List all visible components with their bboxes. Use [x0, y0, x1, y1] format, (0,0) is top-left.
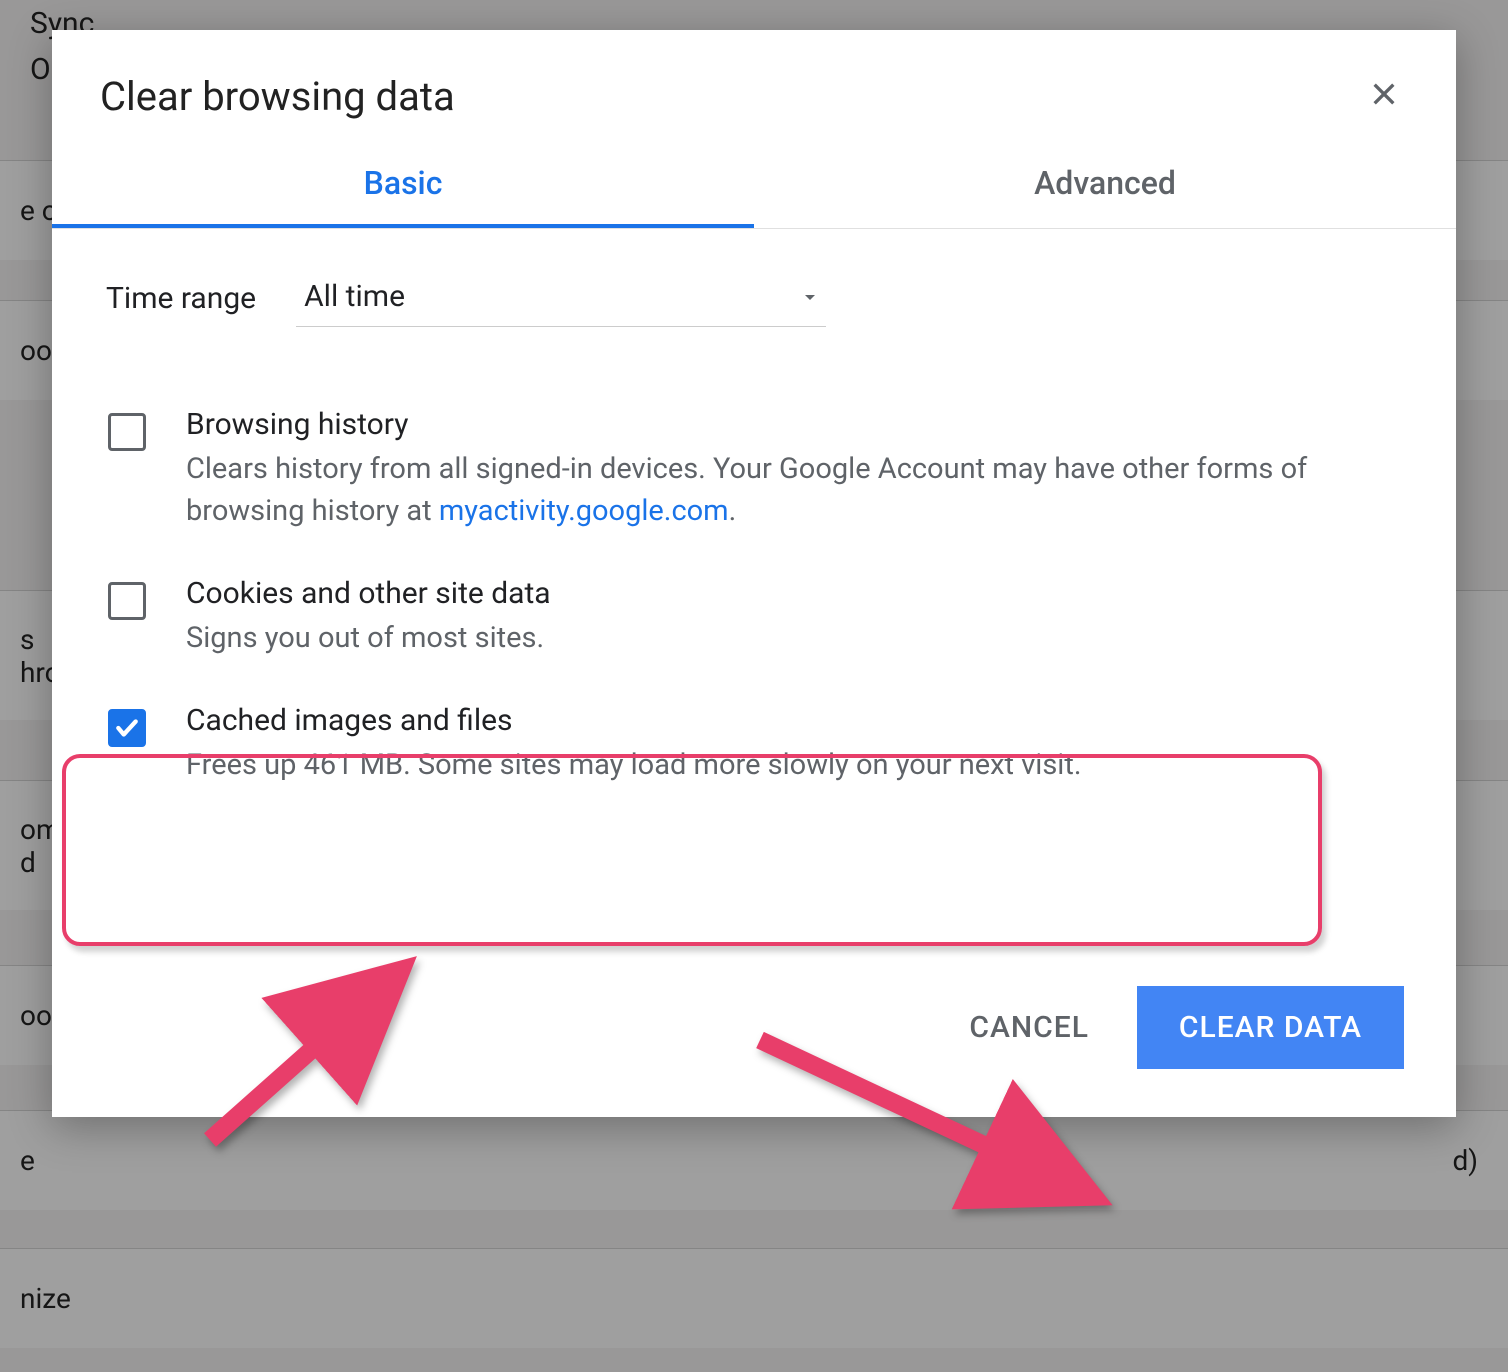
- tab-advanced[interactable]: Advanced: [754, 142, 1456, 228]
- chevron-down-icon: [798, 285, 822, 309]
- option-cookies: Cookies and other site data Signs you ou…: [102, 576, 1406, 659]
- option-cached: Cached images and files Frees up 461 MB.…: [102, 703, 1406, 786]
- option-text: Cached images and files Frees up 461 MB.…: [186, 703, 1400, 786]
- option-text: Browsing history Clears history from all…: [186, 407, 1400, 532]
- close-icon: [1368, 78, 1400, 110]
- option-title: Cached images and files: [186, 703, 1400, 738]
- clear-data-button[interactable]: CLEAR DATA: [1137, 986, 1404, 1069]
- option-desc: Clears history from all signed-in device…: [186, 448, 1400, 532]
- dialog-header: Clear browsing data: [52, 30, 1456, 142]
- checkmark-icon: [114, 715, 140, 741]
- tabs: Basic Advanced: [52, 142, 1456, 229]
- checkbox-browsing-history[interactable]: [108, 413, 146, 451]
- tab-basic[interactable]: Basic: [52, 142, 754, 228]
- checkbox-cached[interactable]: [108, 709, 146, 747]
- time-range-label: Time range: [106, 281, 256, 316]
- option-title: Browsing history: [186, 407, 1400, 442]
- dialog-content: Time range All time Browsing history Cle…: [52, 229, 1456, 826]
- time-range-select[interactable]: All time: [296, 269, 826, 327]
- close-button[interactable]: [1360, 70, 1408, 122]
- checkbox-cookies[interactable]: [108, 582, 146, 620]
- cancel-button[interactable]: CANCEL: [969, 1010, 1089, 1045]
- option-browsing-history: Browsing history Clears history from all…: [102, 407, 1406, 532]
- myactivity-link[interactable]: myactivity.google.com: [439, 494, 729, 528]
- time-range-value: All time: [304, 279, 405, 314]
- option-text: Cookies and other site data Signs you ou…: [186, 576, 1400, 659]
- option-title: Cookies and other site data: [186, 576, 1400, 611]
- clear-browsing-data-dialog: Clear browsing data Basic Advanced Time …: [52, 30, 1456, 1117]
- option-desc: Frees up 461 MB. Some sites may load mor…: [186, 744, 1400, 786]
- option-desc: Signs you out of most sites.: [186, 617, 1400, 659]
- dialog-footer: CANCEL CLEAR DATA: [52, 946, 1456, 1117]
- time-range-row: Time range All time: [102, 269, 1406, 327]
- dialog-title: Clear browsing data: [100, 73, 455, 120]
